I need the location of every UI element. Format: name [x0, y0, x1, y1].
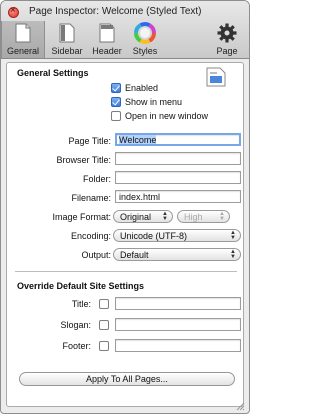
page-preview-icon: [206, 67, 226, 87]
tab-header[interactable]: Header: [87, 21, 127, 58]
override-title-checkbox[interactable]: [99, 299, 109, 309]
override-settings-title: Override Default Site Settings: [17, 281, 145, 291]
browser-title-label: Browser Title:: [56, 155, 111, 165]
open-new-window-row[interactable]: Open in new window: [111, 110, 208, 122]
color-wheel-icon: [134, 22, 156, 44]
enabled-label: Enabled: [125, 83, 159, 93]
tab-styles-label: Styles: [132, 46, 158, 56]
override-slogan-input[interactable]: [115, 318, 241, 331]
header-icon: [99, 23, 115, 43]
tab-header-label: Header: [92, 46, 122, 56]
encoding-label: Encoding:: [70, 231, 111, 241]
open-new-window-checkbox[interactable]: [111, 111, 121, 121]
page-button[interactable]: Page: [207, 21, 247, 58]
tab-sidebar[interactable]: Sidebar: [47, 21, 87, 58]
tab-general[interactable]: General: [1, 21, 45, 58]
override-title-input[interactable]: [115, 297, 241, 310]
override-slogan-checkbox[interactable]: [99, 320, 109, 330]
folder-input[interactable]: [115, 171, 241, 184]
filename-label: Filename:: [71, 193, 111, 203]
title-bar: Page Inspector: Welcome (Styled Text) Ge…: [1, 1, 249, 59]
output-popup[interactable]: Default ▲ ▼: [113, 248, 241, 261]
output-value: Default: [120, 250, 149, 260]
resize-grip-icon[interactable]: [235, 401, 245, 411]
image-format-popup[interactable]: Original ▲ ▼: [113, 210, 173, 223]
enabled-checkbox-row[interactable]: Enabled: [111, 82, 158, 94]
page-button-label: Page: [216, 46, 238, 56]
popup-arrows-icon: ▲ ▼: [230, 230, 236, 241]
gear-icon: [217, 23, 237, 43]
window-title: Page Inspector: Welcome (Styled Text): [29, 6, 202, 17]
encoding-popup[interactable]: Unicode (UTF-8) ▲ ▼: [113, 229, 241, 242]
page-inspector-window: Page Inspector: Welcome (Styled Text) Ge…: [0, 0, 250, 414]
show-in-menu-checkbox[interactable]: [111, 97, 121, 107]
browser-title-input[interactable]: [115, 152, 241, 165]
enabled-checkbox[interactable]: [111, 83, 121, 93]
general-settings-title: General Settings: [17, 68, 89, 78]
filename-input[interactable]: index.html: [115, 190, 241, 203]
encoding-value: Unicode (UTF-8): [120, 231, 188, 241]
page-title-value: Welcome: [119, 135, 157, 145]
general-page-icon: [15, 23, 31, 43]
section-divider: [15, 271, 237, 272]
tab-styles[interactable]: Styles: [127, 21, 163, 58]
override-slogan-label: Slogan:: [60, 320, 91, 330]
override-footer-input[interactable]: [115, 339, 241, 352]
popup-arrows-icon: ▲ ▼: [162, 211, 168, 222]
apply-to-all-pages-button[interactable]: Apply To All Pages...: [19, 372, 235, 386]
page-title-label: Page Title:: [68, 136, 111, 146]
override-title-label: Title:: [71, 299, 91, 309]
folder-label: Folder:: [82, 174, 111, 184]
show-in-menu-label: Show in menu: [125, 97, 183, 107]
override-footer-checkbox[interactable]: [99, 341, 109, 351]
image-format-value: Original: [120, 212, 152, 222]
show-in-menu-row[interactable]: Show in menu: [111, 96, 182, 108]
image-format-label: Image Format:: [52, 212, 111, 222]
override-footer-label: Footer:: [62, 341, 91, 351]
output-label: Output:: [81, 250, 111, 260]
tab-general-label: General: [6, 46, 40, 56]
tab-sidebar-label: Sidebar: [51, 46, 83, 56]
popup-arrows-icon: ▲ ▼: [219, 211, 225, 222]
image-quality-popup: High ▲ ▼: [177, 210, 230, 223]
image-quality-value: High: [184, 212, 203, 222]
popup-arrows-icon: ▲ ▼: [230, 249, 236, 260]
inspector-panel: General Settings Enabled Show in menu Op…: [6, 62, 244, 407]
close-button[interactable]: [8, 5, 19, 18]
sidebar-icon: [59, 23, 75, 43]
open-new-window-label: Open in new window: [125, 111, 209, 121]
page-title-input[interactable]: Welcome: [115, 133, 241, 146]
